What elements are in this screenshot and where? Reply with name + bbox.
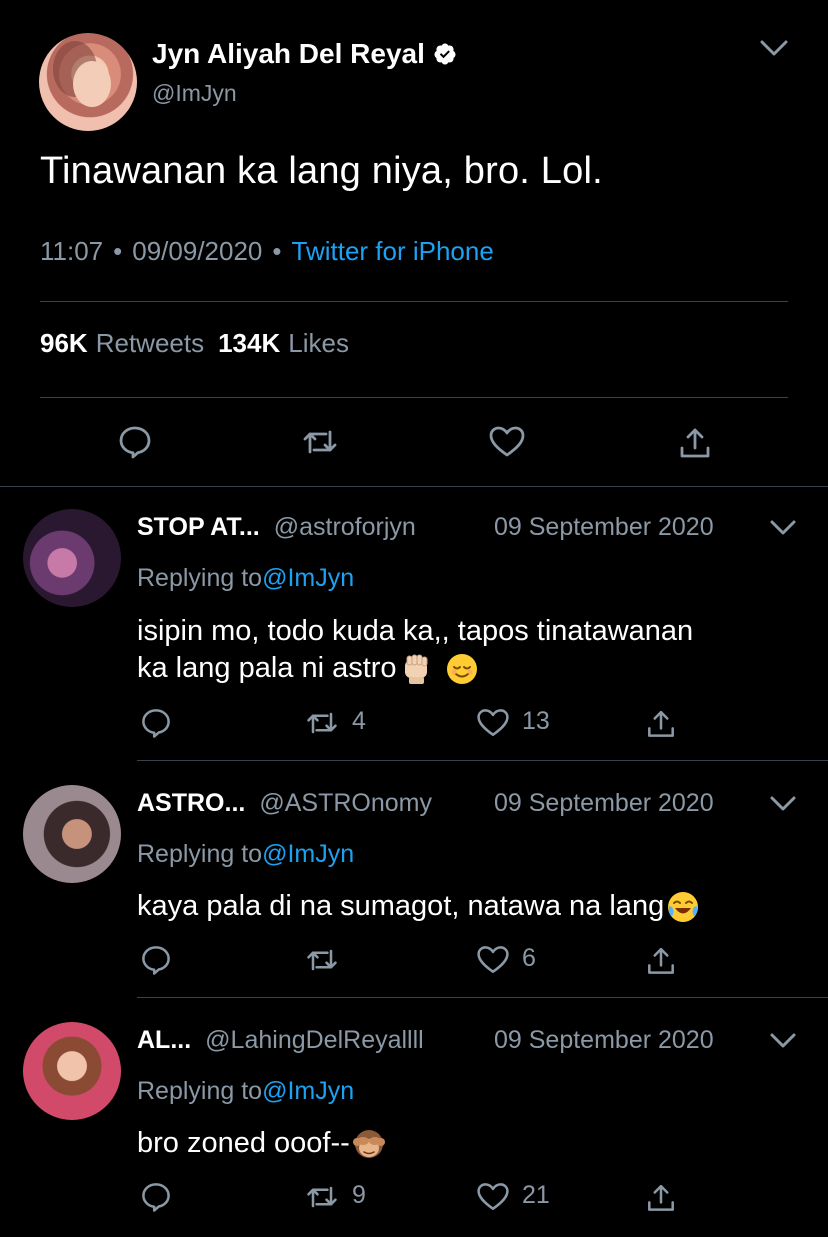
tweet-action-bar: [0, 422, 828, 462]
author-name-row[interactable]: Jyn Aliyah Del Reyal: [152, 38, 457, 70]
reply-text-line: ka lang pala ni astro: [137, 652, 397, 684]
reply-date: 09 September 2020: [494, 513, 714, 541]
reply-avatar[interactable]: [23, 509, 121, 607]
share-icon[interactable]: [643, 942, 679, 978]
retweets-label: Retweets: [95, 328, 205, 358]
reply-avatar[interactable]: [23, 1022, 121, 1120]
like-count: 6: [522, 944, 536, 972]
replying-to-label: Replying to: [137, 564, 263, 592]
tweet-date: 09/09/2020: [132, 236, 263, 266]
reply-avatar[interactable]: [23, 785, 121, 883]
chevron-down-icon[interactable]: [768, 517, 798, 539]
reply-author-handle[interactable]: @ASTROnomy: [259, 789, 432, 818]
tweet-stats: 96K Retweets 134K Likes: [40, 328, 349, 359]
relieved-face-emoji-icon: [446, 653, 477, 684]
tweet-source-link[interactable]: Twitter for iPhone: [292, 236, 494, 267]
like-count: 13: [522, 707, 550, 735]
retweet-icon[interactable]: [304, 1179, 340, 1215]
reply-tweet[interactable]: STOP AT... @astroforjyn 09 September 202…: [0, 487, 828, 759]
reply-icon[interactable]: [138, 942, 174, 978]
tears-of-joy-emoji-icon: [668, 891, 699, 922]
reply-text: bro zoned ooof--: [137, 1125, 386, 1162]
retweet-icon[interactable]: [300, 422, 340, 462]
likes-stat[interactable]: 134K Likes: [218, 328, 349, 359]
likes-count: 134K: [218, 328, 281, 358]
replying-to: Replying to@ImJyn: [137, 564, 354, 593]
replying-to-handle[interactable]: @ImJyn: [262, 1077, 354, 1105]
replying-to: Replying to@ImJyn: [137, 840, 354, 869]
likes-label: Likes: [288, 328, 349, 358]
retweet-count: 4: [352, 707, 366, 735]
tweet-text: Tinawanan ka lang niya, bro. Lol.: [40, 150, 603, 192]
share-icon[interactable]: [675, 422, 715, 462]
retweets-stat[interactable]: 96K Retweets: [40, 328, 204, 359]
reply-author-handle[interactable]: @astroforjyn: [274, 513, 416, 542]
reply-header: STOP AT... @astroforjyn: [137, 513, 416, 542]
reply-author-handle[interactable]: @LahingDelReyallll: [205, 1026, 424, 1055]
author-name[interactable]: Jyn Aliyah Del Reyal: [152, 38, 425, 70]
retweet-icon[interactable]: [304, 705, 340, 741]
share-icon[interactable]: [643, 705, 679, 741]
reply-date: 09 September 2020: [494, 1026, 714, 1054]
like-heart-icon[interactable]: [487, 422, 527, 462]
replying-to: Replying to@ImJyn: [137, 1077, 354, 1106]
raised-fist-emoji-icon: [404, 654, 428, 684]
verified-badge-icon: [434, 43, 456, 65]
reply-author-name[interactable]: AL...: [137, 1026, 191, 1055]
reply-tweet[interactable]: AL... @LahingDelReyallll 09 September 20…: [0, 998, 828, 1237]
reply-text-line: isipin mo, todo kuda ka,, tapos tinatawa…: [137, 615, 694, 647]
reply-action-bar: 9 21: [0, 1179, 828, 1215]
retweet-count: 9: [352, 1181, 366, 1209]
share-icon[interactable]: [643, 1179, 679, 1215]
like-heart-icon[interactable]: [475, 1179, 511, 1215]
reply-text-line: bro zoned ooof--: [137, 1127, 350, 1159]
reply-text: isipin mo, todo kuda ka,, tapos tinatawa…: [137, 613, 693, 687]
reply-action-bar: 6: [0, 942, 828, 978]
chevron-down-icon[interactable]: [768, 1030, 798, 1052]
retweets-count: 96K: [40, 328, 88, 358]
like-heart-icon[interactable]: [475, 942, 511, 978]
meta-separator: •: [113, 236, 123, 266]
meta-separator: •: [272, 236, 282, 266]
tweet-time: 11:07: [40, 236, 104, 266]
author-avatar[interactable]: [39, 33, 137, 131]
like-heart-icon[interactable]: [475, 705, 511, 741]
replying-to-handle[interactable]: @ImJyn: [262, 564, 354, 592]
main-tweet: Jyn Aliyah Del Reyal @ImJyn Tinawanan ka…: [0, 0, 828, 486]
reply-text: kaya pala di na sumagot, natawa na lang: [137, 888, 700, 925]
reply-author-name[interactable]: STOP AT...: [137, 513, 260, 542]
divider: [40, 301, 788, 302]
reply-text-line: kaya pala di na sumagot, natawa na lang: [137, 890, 665, 922]
chevron-down-icon[interactable]: [758, 36, 790, 60]
chevron-down-icon[interactable]: [768, 793, 798, 815]
reply-action-bar: 4 13: [0, 705, 828, 741]
reply-header: ASTRO... @ASTROnomy: [137, 789, 432, 818]
tweet-meta: 11:07 • 09/09/2020 • Twitter for iPhone: [40, 236, 494, 267]
reply-icon[interactable]: [115, 422, 155, 462]
reply-header: AL... @LahingDelReyallll: [137, 1026, 424, 1055]
reply-date: 09 September 2020: [494, 789, 714, 817]
reply-author-name[interactable]: ASTRO...: [137, 789, 245, 818]
reply-tweet[interactable]: ASTRO... @ASTROnomy 09 September 2020 Re…: [0, 761, 828, 997]
see-no-evil-monkey-emoji-icon: [352, 1129, 385, 1158]
reply-text-line2-row: ka lang pala ni astro: [137, 650, 693, 687]
like-count: 21: [522, 1181, 550, 1209]
replying-to-handle[interactable]: @ImJyn: [262, 840, 354, 868]
replying-to-label: Replying to: [137, 840, 263, 868]
replying-to-label: Replying to: [137, 1077, 263, 1105]
divider: [40, 397, 788, 398]
author-handle[interactable]: @ImJyn: [152, 80, 237, 107]
reply-icon[interactable]: [138, 705, 174, 741]
retweet-icon[interactable]: [304, 942, 340, 978]
reply-icon[interactable]: [138, 1179, 174, 1215]
